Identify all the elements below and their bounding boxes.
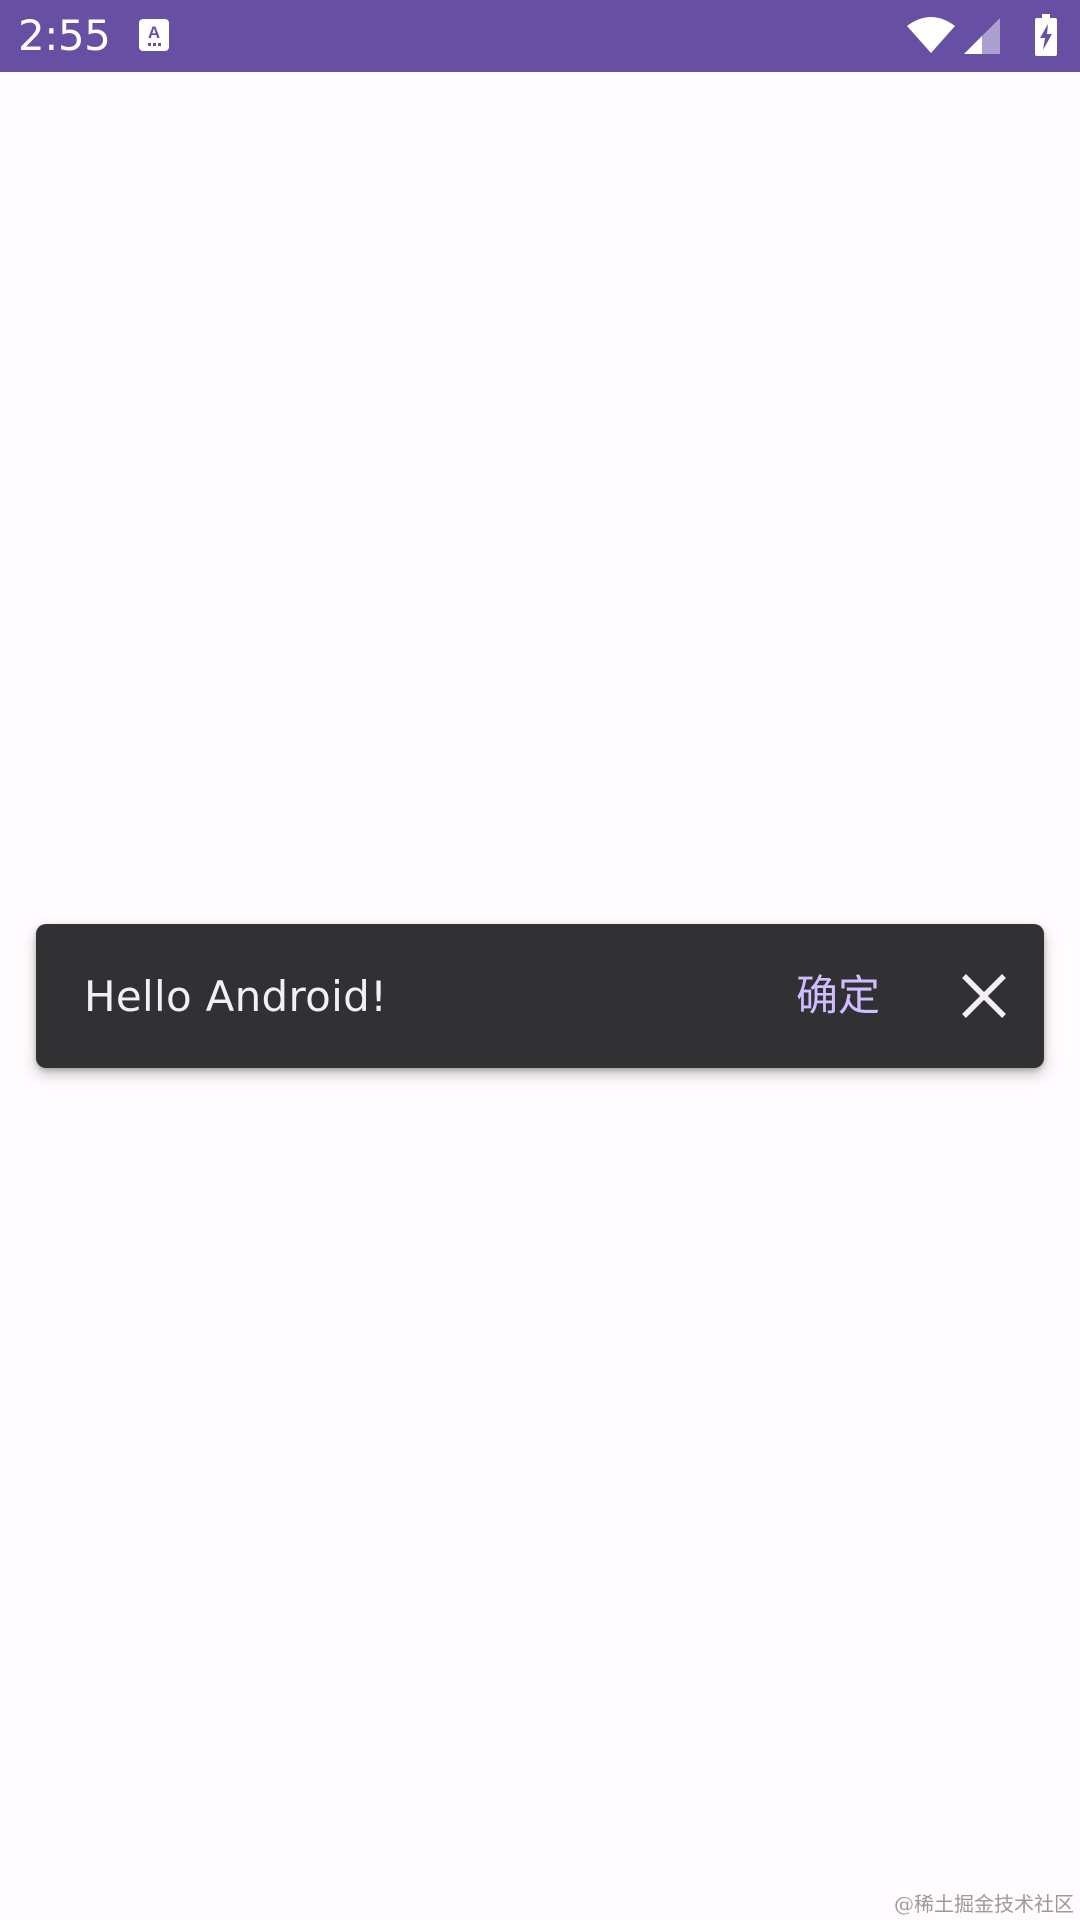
keyboard-a-icon: A — [138, 18, 170, 52]
svg-text:A: A — [148, 23, 160, 42]
snackbar: Hello Android! 确定 — [36, 924, 1044, 1068]
close-icon — [948, 960, 1020, 1032]
status-time: 2:55 — [18, 11, 111, 60]
signal-icon — [964, 18, 1000, 54]
snackbar-action-button[interactable]: 确定 — [788, 960, 888, 1032]
snackbar-close-button[interactable] — [948, 960, 1020, 1032]
status-bar: 2:55 A — [0, 0, 1080, 72]
snackbar-message: Hello Android! — [84, 972, 388, 1021]
watermark: @稀土掘金技术社区 — [894, 1892, 1074, 1916]
wifi-icon — [906, 16, 956, 54]
battery-charging-icon — [1034, 14, 1058, 56]
